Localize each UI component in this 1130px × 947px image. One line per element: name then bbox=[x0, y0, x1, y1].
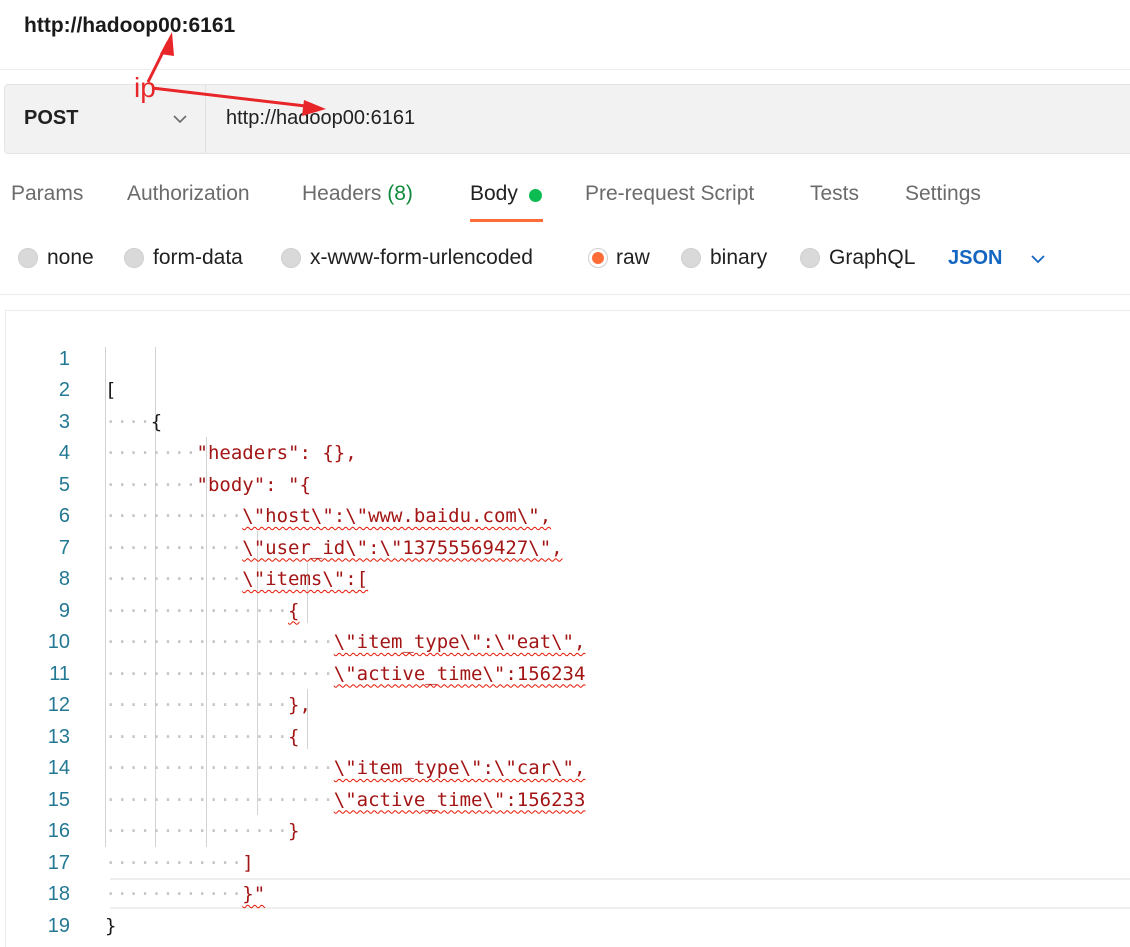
code-line: 19 ] bbox=[6, 879, 1130, 947]
chevron-down-icon[interactable] bbox=[1028, 249, 1048, 269]
code-line: 4 ········"body": "{ bbox=[6, 407, 1130, 496]
tab-params[interactable]: Params bbox=[11, 182, 83, 206]
active-tab-indicator bbox=[470, 219, 543, 222]
body-type-options: none form-data x-www-form-urlencoded raw… bbox=[0, 238, 1130, 282]
code-text: ] bbox=[105, 942, 116, 947]
code-line: 16 ············] bbox=[6, 785, 1130, 874]
format-select[interactable]: JSON bbox=[948, 247, 1002, 270]
method-label: POST bbox=[24, 107, 79, 129]
url-bar: POST http://hadoop00:6161 bbox=[4, 84, 1130, 154]
code-line: 11 ················}, bbox=[6, 627, 1130, 717]
code-line: 3 ········"headers": {}, bbox=[6, 375, 1130, 465]
code-text: } bbox=[105, 914, 117, 937]
request-tabs: Params Authorization Headers (8) Body Pr… bbox=[0, 170, 1130, 226]
code-line: 10 ····················\"active_time\":1… bbox=[6, 596, 1130, 685]
code-line: 13 ····················\"item_type\":\"c… bbox=[6, 690, 1130, 780]
code-line: 2 ····{ bbox=[6, 344, 1130, 433]
radio-raw[interactable] bbox=[588, 248, 608, 268]
tab-pre-request-script[interactable]: Pre-request Script bbox=[585, 182, 754, 206]
radio-raw-label[interactable]: raw bbox=[616, 246, 650, 270]
radio-none[interactable] bbox=[18, 248, 38, 268]
tab-headers-label: Headers bbox=[302, 182, 382, 205]
code-line: 18 } bbox=[6, 848, 1130, 937]
tab-authorization[interactable]: Authorization bbox=[127, 182, 250, 206]
radio-form-data[interactable] bbox=[124, 248, 144, 268]
code-line: 9 ····················\"item_type\":\"ea… bbox=[6, 564, 1130, 654]
tab-body[interactable]: Body bbox=[470, 182, 518, 206]
code-line: 6 ············\"user_id\":\"13755569427\… bbox=[6, 470, 1130, 559]
tab-tests[interactable]: Tests bbox=[810, 182, 859, 206]
url-input[interactable]: http://hadoop00:6161 bbox=[226, 107, 415, 130]
section-divider bbox=[0, 294, 1130, 295]
radio-graphql[interactable] bbox=[800, 248, 820, 268]
code-line: 7 ············\"items\":[ bbox=[6, 501, 1130, 591]
method-select[interactable]: POST bbox=[5, 85, 206, 153]
tab-settings[interactable]: Settings bbox=[905, 182, 981, 206]
radio-form-data-label[interactable]: form-data bbox=[153, 246, 243, 270]
code-line: 12 ················{ bbox=[6, 659, 1130, 748]
code-line: 15 ················} bbox=[6, 753, 1130, 843]
code-line: 5 ············\"host\":\"www.baidu.com\"… bbox=[6, 438, 1130, 528]
radio-binary[interactable] bbox=[681, 248, 701, 268]
annotation-label: ip bbox=[134, 72, 156, 103]
request-title[interactable]: http://hadoop00:6161 bbox=[24, 14, 235, 38]
code-line: 1 [ bbox=[6, 312, 1130, 402]
code-line: 17 ············}" bbox=[6, 816, 1130, 906]
headers-count-badge: (8) bbox=[387, 182, 413, 205]
code-line: 8 ················{ bbox=[6, 533, 1130, 622]
radio-x-www-form-urlencoded-label[interactable]: x-www-form-urlencoded bbox=[310, 246, 533, 270]
body-status-dot bbox=[529, 189, 542, 202]
radio-binary-label[interactable]: binary bbox=[710, 246, 767, 270]
line-number: 19 bbox=[47, 914, 70, 937]
code-line: 14 ····················\"active_time\":1… bbox=[6, 722, 1130, 811]
chevron-down-icon bbox=[173, 115, 187, 124]
tab-headers[interactable]: Headers (8) bbox=[302, 182, 413, 206]
code-editor[interactable]: 1 [ 2 ····{ 3 ········"headers": {}, 4 ·… bbox=[5, 310, 1130, 947]
radio-x-www-form-urlencoded[interactable] bbox=[281, 248, 301, 268]
radio-graphql-label[interactable]: GraphQL bbox=[829, 246, 915, 270]
request-title-bar: http://hadoop00:6161 bbox=[0, 0, 1130, 70]
radio-none-label[interactable]: none bbox=[47, 246, 94, 270]
